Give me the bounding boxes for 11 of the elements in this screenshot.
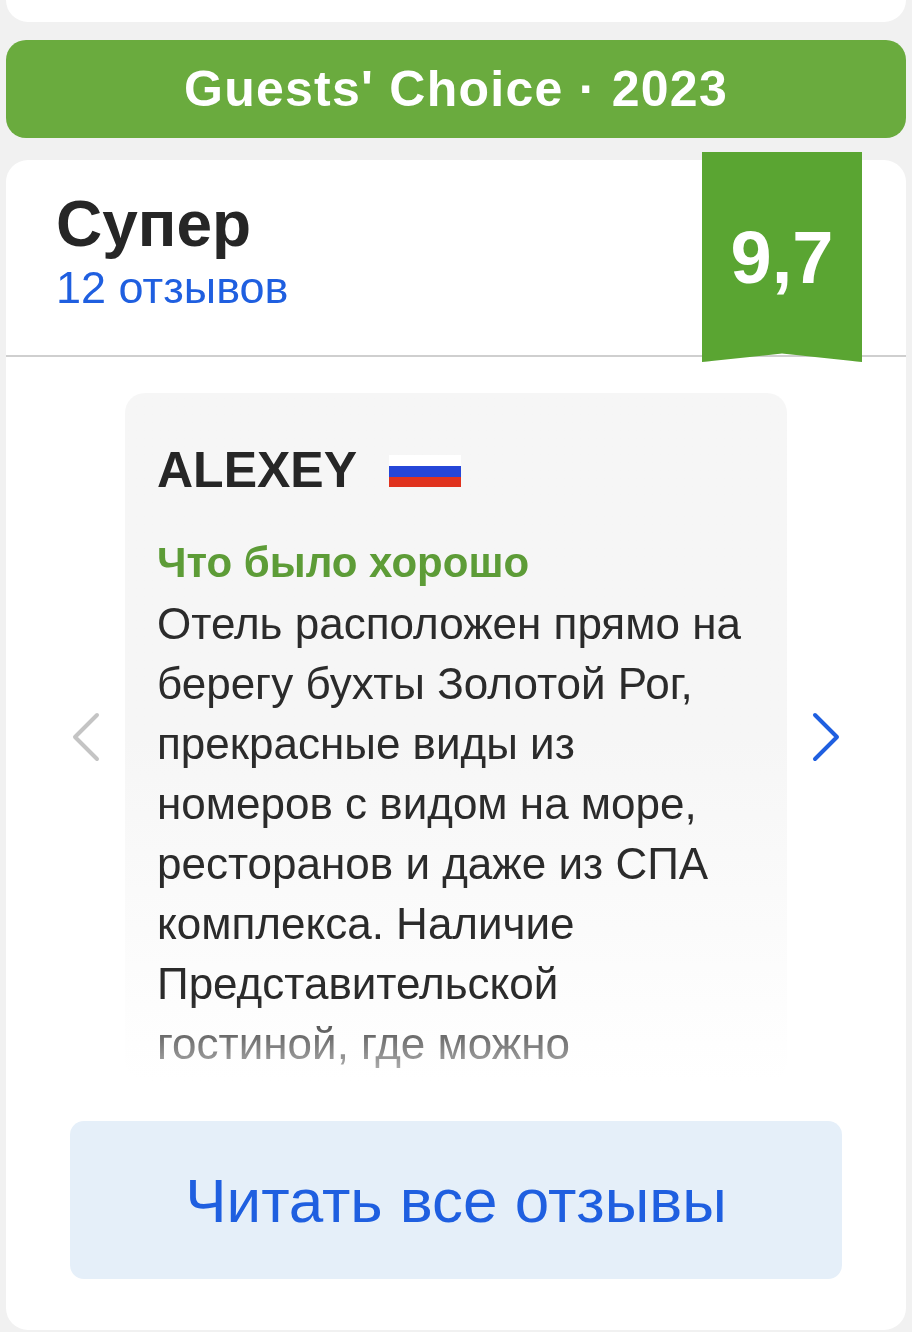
- reviews-link[interactable]: 12 отзывов: [56, 262, 289, 314]
- read-all-reviews-button[interactable]: Читать все отзывы: [70, 1121, 842, 1279]
- rating-label: Супер: [56, 187, 253, 262]
- flag-icon: [389, 454, 462, 487]
- review-text: Отель расположен прямо на берегу бухты Золотой Рог, прекрасные виды из номеров с видом на море, ресторанов и даже из СПА комплекса. Наличие Представительской гостиной, где можно: [157, 598, 742, 1070]
- review-section-title: Что было хорошо: [157, 538, 531, 588]
- chevron-left-icon: [71, 712, 101, 762]
- reviewer-name: ALEXEY: [157, 441, 358, 500]
- banner-title: Guests' Choice · 2023: [184, 59, 728, 119]
- chevron-right-icon: [811, 712, 841, 762]
- score-value: 9,7: [730, 214, 834, 301]
